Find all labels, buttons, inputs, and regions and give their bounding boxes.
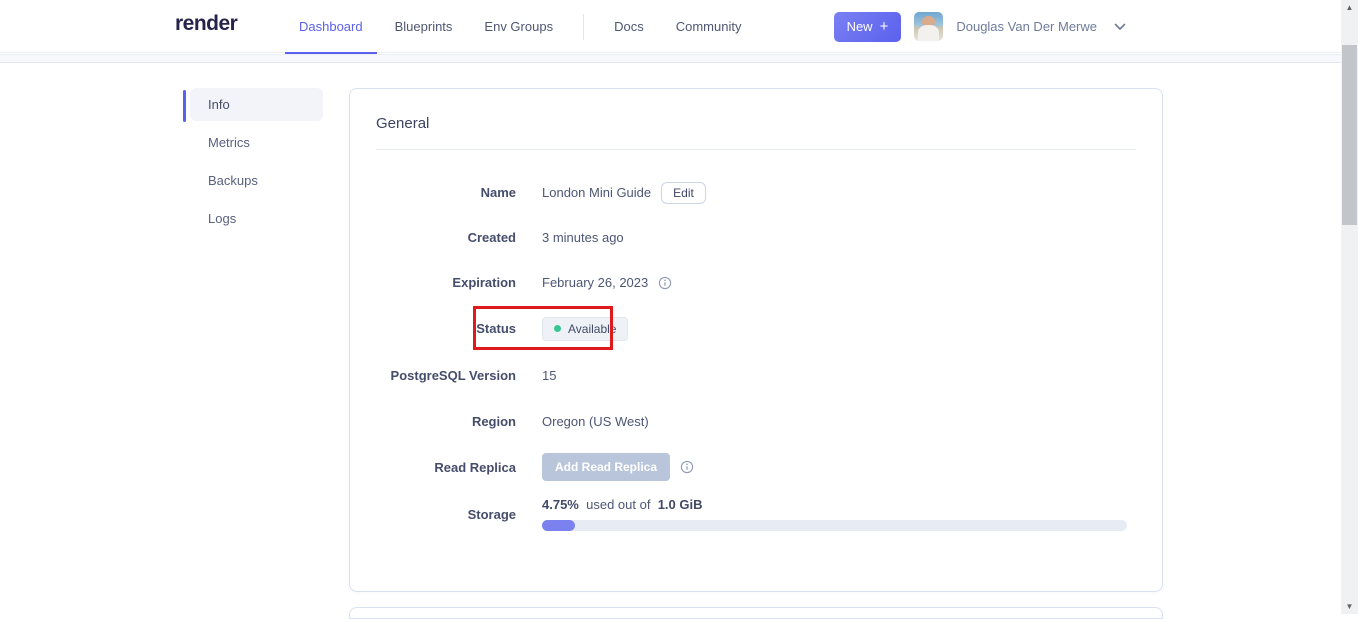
region-label: Region xyxy=(471,413,516,429)
card-title-divider xyxy=(376,149,1136,150)
info-icon[interactable] xyxy=(658,276,672,290)
user-name[interactable]: Douglas Van Der Merwe xyxy=(956,19,1097,34)
status-badge: Available xyxy=(542,316,629,341)
postgres-version-row: PostgreSQL Version 15 xyxy=(350,352,1136,399)
postgres-version-value: 15 xyxy=(542,368,557,383)
sidebar-item-metrics[interactable]: Metrics xyxy=(190,126,323,159)
storage-progress-fill xyxy=(542,520,575,531)
region-row: Region Oregon (US West) xyxy=(350,399,1136,443)
scrolled-breadcrumb-strip xyxy=(0,54,1341,63)
active-item-indicator xyxy=(183,90,186,122)
status-row: Status Available xyxy=(350,305,1136,352)
storage-total: 1.0 GiB xyxy=(657,497,703,512)
avatar[interactable] xyxy=(914,12,944,41)
sidebar-item-info[interactable]: Info xyxy=(190,88,323,121)
nav-divider xyxy=(583,13,585,40)
storage-row: Storage 4.75% used out of 1.0 GiB xyxy=(350,491,1136,551)
next-card-top-edge xyxy=(349,607,1163,619)
nav-docs[interactable]: Docs xyxy=(598,0,660,53)
name-row: Name London Mini Guide Edit xyxy=(350,170,1136,215)
add-read-replica-button[interactable]: Add Read Replica xyxy=(542,453,671,481)
sidebar-item-logs[interactable]: Logs xyxy=(190,202,323,235)
top-header: render Dashboard Blueprints Env Groups D… xyxy=(0,0,1341,54)
status-value: Available xyxy=(568,321,617,336)
scroll-up-arrow-icon[interactable]: ▲ xyxy=(1341,0,1358,15)
main-nav: Dashboard Blueprints Env Groups Docs Com… xyxy=(283,0,758,54)
scroll-down-arrow-icon[interactable]: ▼ xyxy=(1341,599,1358,614)
new-button-label: New xyxy=(846,19,873,34)
card-title: General xyxy=(376,115,430,132)
chevron-down-icon[interactable] xyxy=(1114,23,1126,31)
name-label: Name xyxy=(480,185,516,200)
storage-used-pct: 4.75% xyxy=(542,497,579,512)
info-rows: Name London Mini Guide Edit Created 3 mi… xyxy=(350,170,1136,551)
vertical-scrollbar[interactable]: ▲ ▼ xyxy=(1341,0,1358,614)
expiration-value: February 26, 2023 xyxy=(542,275,649,290)
storage-label: Storage xyxy=(467,507,516,522)
scrollbar-thumb[interactable] xyxy=(1342,45,1357,225)
nav-env-groups[interactable]: Env Groups xyxy=(468,0,569,53)
edit-button[interactable]: Edit xyxy=(661,181,706,204)
general-card: General Name London Mini Guide Edit Crea… xyxy=(349,88,1163,592)
storage-progress-bar xyxy=(542,520,1127,531)
region-value: Oregon (US West) xyxy=(542,413,649,429)
plus-icon: + xyxy=(879,18,889,35)
storage-mid-text: used out of xyxy=(586,497,651,512)
status-dot-icon xyxy=(554,325,561,332)
nav-community[interactable]: Community xyxy=(660,0,758,53)
created-value: 3 minutes ago xyxy=(542,230,624,245)
nav-blueprints[interactable]: Blueprints xyxy=(379,0,469,53)
render-logo[interactable]: render xyxy=(175,12,238,36)
nav-dashboard[interactable]: Dashboard xyxy=(283,0,379,54)
status-label: Status xyxy=(476,321,516,336)
info-icon[interactable] xyxy=(680,460,694,474)
expiration-row: Expiration February 26, 2023 xyxy=(350,260,1136,305)
header-right-cluster: New + Douglas Van Der Merwe xyxy=(833,0,1126,53)
expiration-label: Expiration xyxy=(452,275,516,290)
storage-usage-text: 4.75% used out of 1.0 GiB xyxy=(542,497,1127,512)
read-replica-label: Read Replica xyxy=(434,459,516,475)
name-value: London Mini Guide xyxy=(542,185,652,200)
created-row: Created 3 minutes ago xyxy=(350,215,1136,260)
new-button[interactable]: New + xyxy=(833,11,902,42)
settings-sidebar: Info Metrics Backups Logs xyxy=(183,88,323,240)
sidebar-item-backups[interactable]: Backups xyxy=(190,164,323,197)
postgres-version-label: PostgreSQL Version xyxy=(390,368,516,383)
created-label: Created xyxy=(467,230,516,245)
read-replica-row: Read Replica Add Read Replica xyxy=(350,443,1136,491)
